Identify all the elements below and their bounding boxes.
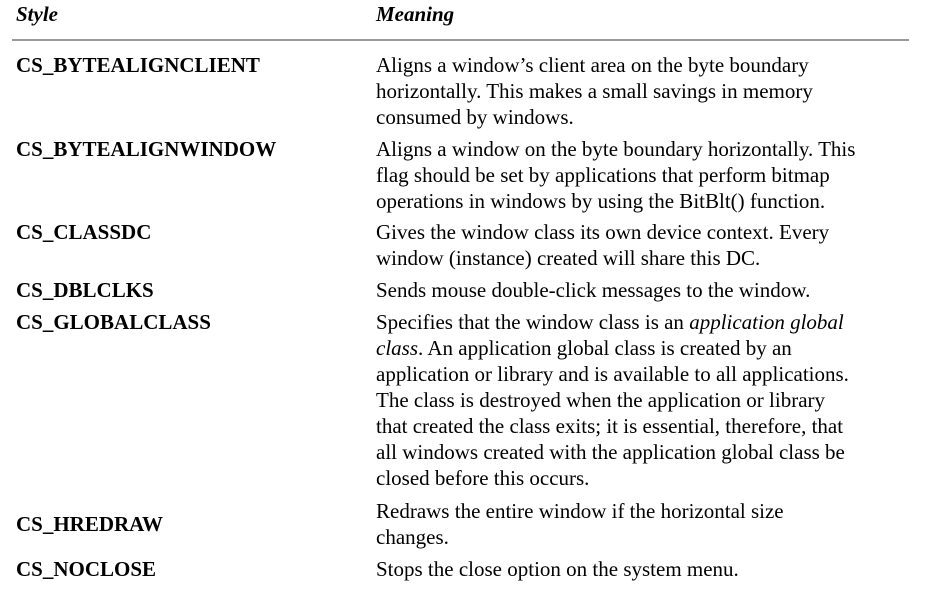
meaning-line: Redraws the entire window if the horizon…: [376, 499, 784, 523]
style-meaning: Redraws the entire window if the horizon…: [376, 498, 916, 550]
style-name: CS_GLOBALCLASS: [16, 310, 211, 334]
header-divider: [12, 39, 909, 41]
style-name: CS_BYTEALIGNCLIENT: [16, 53, 260, 77]
meaning-emphasis: class: [376, 336, 418, 360]
meaning-line: Stops the close option on the system men…: [376, 557, 739, 581]
meaning-line: window (instance) created will share thi…: [376, 246, 761, 270]
meaning-line: application or library and is available …: [376, 362, 849, 386]
meaning-line: consumed by windows.: [376, 105, 574, 129]
meaning-text: Specifies that the window class is an: [376, 310, 690, 334]
meaning-line: flag should be set by applications that …: [376, 163, 830, 187]
meaning-line: Aligns a window on the byte boundary hor…: [376, 137, 856, 161]
meaning-line: class. An application global class is cr…: [376, 335, 916, 361]
style-name: CS_BYTEALIGNWINDOW: [16, 137, 277, 161]
meaning-emphasis: application global: [689, 310, 844, 334]
meaning-line: The class is destroyed when the applicat…: [376, 388, 826, 412]
meaning-line: Aligns a window’s client area on the byt…: [376, 53, 809, 77]
table-header: Style Meaning: [0, 2, 929, 28]
meaning-line: that created the class exits; it is esse…: [376, 414, 844, 438]
style-meaning: Aligns a window on the byte boundary hor…: [376, 136, 916, 214]
meaning-line: all windows created with the application…: [376, 440, 845, 464]
meaning-line: closed before this occurs.: [376, 466, 590, 490]
meaning-line: changes.: [376, 525, 449, 549]
meaning-line: horizontally. This makes a small savings…: [376, 79, 813, 103]
style-meaning: Stops the close option on the system men…: [376, 556, 916, 582]
column-header-meaning: Meaning: [376, 2, 455, 26]
style-meaning: Specifies that the window class is an ap…: [376, 309, 916, 491]
style-meaning: Aligns a window’s client area on the byt…: [376, 52, 916, 130]
column-header-style: Style: [16, 2, 58, 26]
style-name: CS_CLASSDC: [16, 220, 152, 244]
meaning-text: . An application global class is created…: [418, 336, 792, 360]
meaning-line: Sends mouse double-click messages to the…: [376, 278, 811, 302]
meaning-line: operations in windows by using the BitBl…: [376, 189, 826, 213]
style-meaning: Sends mouse double-click messages to the…: [376, 277, 916, 303]
style-name: CS_DBLCLKS: [16, 278, 154, 302]
meaning-line: Specifies that the window class is an ap…: [376, 309, 916, 335]
style-name: CS_HREDRAW: [16, 512, 164, 536]
meaning-line: Gives the window class its own device co…: [376, 220, 830, 244]
style-meaning: Gives the window class its own device co…: [376, 219, 916, 271]
style-name: CS_NOCLOSE: [16, 557, 157, 581]
